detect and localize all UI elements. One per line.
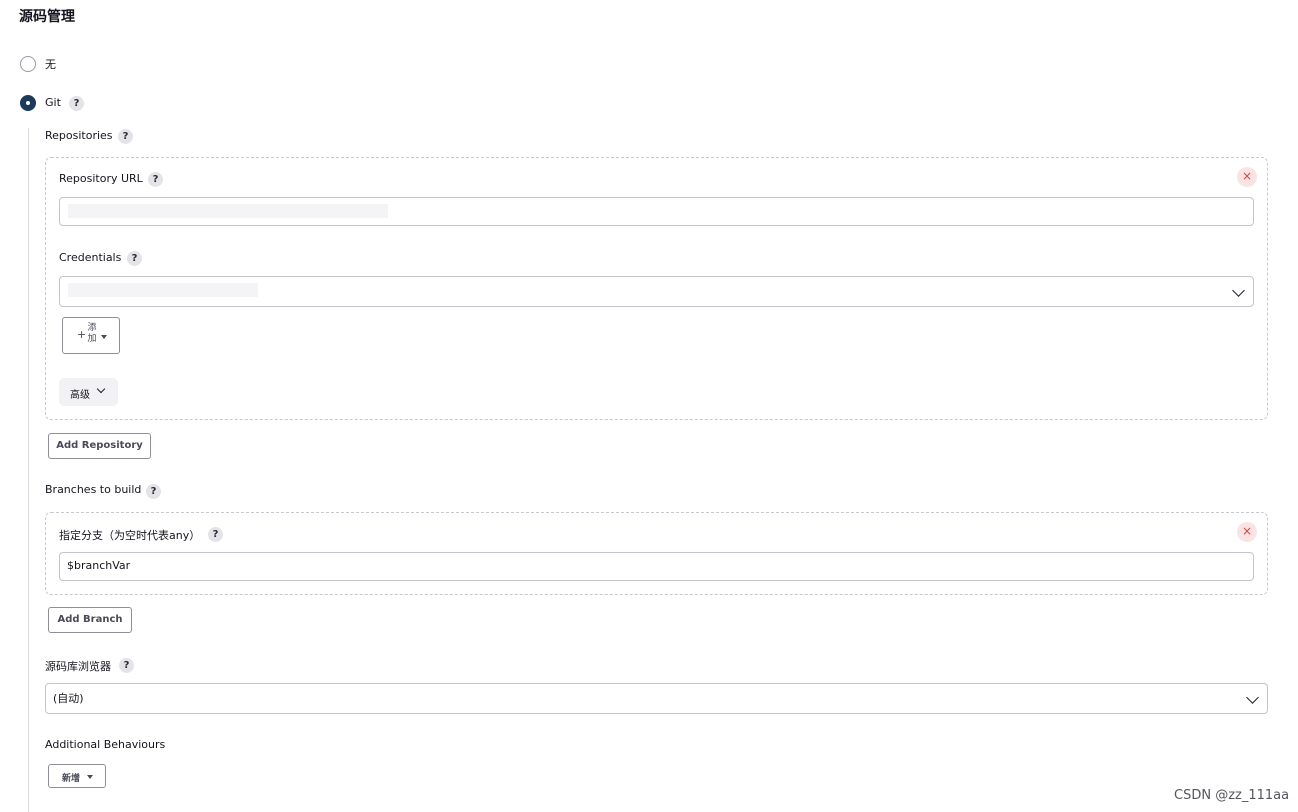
redacted-url-mask bbox=[68, 204, 388, 218]
credentials-label: Credentials bbox=[59, 251, 122, 264]
repo-browser-help-icon[interactable]: ? bbox=[119, 658, 134, 673]
advanced-label: 高级 bbox=[70, 390, 90, 401]
caret-down-icon bbox=[101, 335, 107, 339]
repository-url-label: Repository URL bbox=[59, 172, 143, 185]
repository-url-help-icon[interactable]: ? bbox=[148, 172, 163, 187]
repositories-help-icon[interactable]: ? bbox=[118, 129, 133, 144]
branch-specifier-input[interactable]: $branchVar bbox=[59, 552, 1254, 581]
scm-none-radio[interactable] bbox=[20, 56, 36, 72]
scm-git-label: Git bbox=[45, 96, 61, 109]
remove-repository-button[interactable]: × bbox=[1237, 167, 1257, 187]
caret-down-icon bbox=[87, 775, 93, 779]
radio-checked-icon bbox=[20, 95, 36, 111]
redacted-credentials-mask bbox=[68, 283, 258, 297]
plus-icon: + bbox=[77, 328, 87, 341]
close-icon: × bbox=[1241, 169, 1253, 183]
section-title: 源码管理 bbox=[19, 9, 75, 25]
branch-specifier-label: 指定分支（为空时代表any） bbox=[59, 529, 201, 542]
repo-browser-select[interactable]: (自动) bbox=[45, 683, 1268, 714]
close-icon: × bbox=[1241, 524, 1253, 538]
add-branch-button[interactable]: Add Branch bbox=[48, 607, 132, 633]
advanced-button[interactable]: 高级 bbox=[59, 378, 118, 406]
branch-specifier-value: $branchVar bbox=[67, 559, 131, 572]
chevron-down-icon bbox=[1232, 284, 1245, 297]
watermark-text: CSDN @zz_111aa bbox=[1174, 788, 1290, 803]
add-behaviour-button[interactable]: 新增 bbox=[48, 764, 106, 788]
branch-specifier-help-icon[interactable]: ? bbox=[208, 527, 223, 542]
repo-browser-value: (自动) bbox=[53, 692, 84, 705]
radio-unchecked-icon bbox=[20, 56, 36, 72]
additional-behaviours-label: Additional Behaviours bbox=[45, 738, 166, 751]
branches-label: Branches to build bbox=[45, 483, 142, 496]
add-behaviour-label: 新增 bbox=[62, 774, 81, 784]
repositories-label: Repositories bbox=[45, 129, 113, 142]
repo-browser-label: 源码库浏览器 bbox=[45, 660, 111, 673]
credentials-help-icon[interactable]: ? bbox=[127, 251, 142, 266]
add-credentials-button[interactable]: + 添加 bbox=[62, 317, 120, 354]
remove-branch-button[interactable]: × bbox=[1237, 522, 1257, 542]
repository-url-input[interactable] bbox=[59, 197, 1254, 226]
credentials-select[interactable] bbox=[59, 276, 1254, 307]
scm-none-label: 无 bbox=[45, 58, 56, 71]
section-divider-line bbox=[28, 128, 29, 812]
chevron-down-icon bbox=[96, 384, 106, 394]
scm-git-radio[interactable] bbox=[20, 95, 36, 111]
chevron-down-icon bbox=[1246, 691, 1259, 704]
add-credentials-label: 添加 bbox=[87, 323, 97, 344]
branches-help-icon[interactable]: ? bbox=[146, 484, 161, 499]
git-help-icon[interactable]: ? bbox=[69, 96, 84, 111]
add-repository-button[interactable]: Add Repository bbox=[48, 433, 151, 459]
